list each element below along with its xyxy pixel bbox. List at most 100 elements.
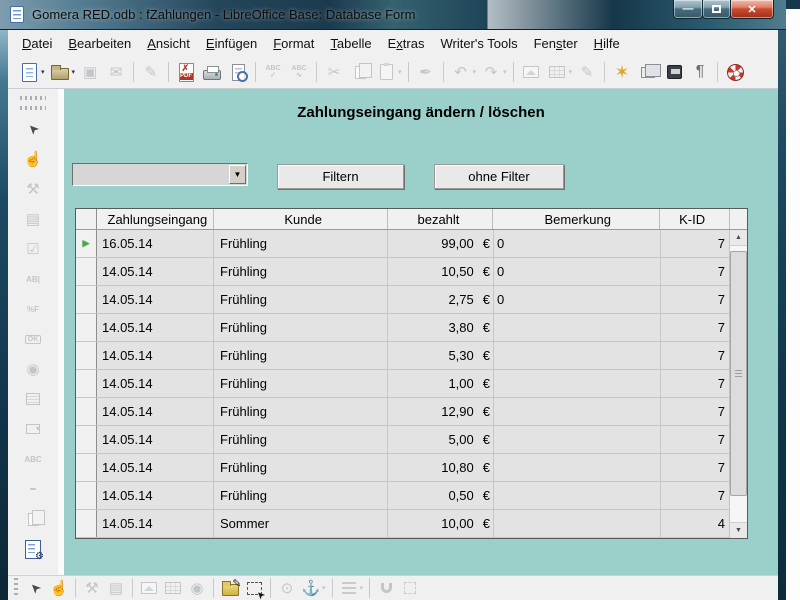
control-properties-icon[interactable]: ⚒ [21, 177, 45, 201]
filter-combobox[interactable]: ▼ [72, 163, 248, 186]
cell-bezahlt[interactable]: 1,00€ [388, 370, 494, 397]
cell-kid[interactable]: 7 [661, 426, 731, 453]
menu-fenster[interactable]: Fenster [526, 33, 586, 54]
menu-datei[interactable]: Datei [14, 33, 60, 54]
menu-hilfe[interactable]: Hilfe [586, 33, 628, 54]
table-row[interactable]: 14.05.14Frühling1,00€7 [76, 370, 747, 398]
row-selector[interactable] [76, 258, 97, 285]
cell-kid[interactable]: 7 [661, 286, 731, 313]
close-button[interactable]: ✕ [730, 0, 774, 19]
gallery-icon[interactable] [636, 60, 660, 84]
new-document-icon[interactable] [17, 60, 41, 84]
cell-bezahlt[interactable]: 0,50€ [388, 482, 494, 509]
cell-kid[interactable]: 7 [661, 258, 731, 285]
cell-kid[interactable]: 7 [661, 454, 731, 481]
table-icon[interactable] [545, 60, 569, 84]
toolbar-grip[interactable] [20, 96, 46, 100]
cell-bezahlt[interactable]: 5,00€ [388, 426, 494, 453]
cell-zahlungseingang[interactable]: 16.05.14 [97, 230, 214, 257]
save-icon[interactable]: ▣ [78, 60, 102, 84]
combobox-icon[interactable] [21, 417, 45, 441]
cell-bemerkung[interactable] [494, 314, 661, 341]
undo-icon[interactable]: ↶ [449, 60, 473, 84]
row-selector[interactable] [76, 454, 97, 481]
formatted-field-icon[interactable]: %F [21, 297, 45, 321]
cell-kunde[interactable]: Frühling [214, 258, 388, 285]
row-selector[interactable] [76, 314, 97, 341]
cell-zahlungseingang[interactable]: 14.05.14 [97, 258, 214, 285]
table-row[interactable]: 14.05.14Frühling12,90€7 [76, 398, 747, 426]
row-selector[interactable]: ▶ [76, 230, 97, 257]
cell-kunde[interactable]: Frühling [214, 426, 388, 453]
row-selector[interactable] [76, 342, 97, 369]
listbox-icon[interactable] [21, 387, 45, 411]
export-pdf-icon[interactable] [174, 60, 198, 84]
cell-bezahlt[interactable]: 12,90€ [388, 398, 494, 425]
cell-bemerkung[interactable]: 0 [494, 230, 661, 257]
new-document-icon-dropdown[interactable]: ▾ [41, 68, 45, 76]
pushbutton-icon[interactable]: OK [21, 327, 45, 351]
cell-bemerkung[interactable] [494, 482, 661, 509]
anchor-icon-dropdown[interactable]: ▾ [322, 584, 326, 592]
control-properties-icon[interactable]: ⚒ [81, 577, 103, 599]
cell-kunde[interactable]: Frühling [214, 370, 388, 397]
row-selector[interactable] [76, 482, 97, 509]
table-row[interactable]: ▶16.05.14Frühling99,00€07 [76, 230, 747, 258]
cell-bezahlt[interactable]: 10,80€ [388, 454, 494, 481]
cell-zahlungseingang[interactable]: 14.05.14 [97, 454, 214, 481]
textbox-icon[interactable]: AB| [21, 267, 45, 291]
menu-tabelle[interactable]: Tabelle [322, 33, 379, 54]
filter-button[interactable]: Filtern [277, 164, 404, 189]
anchor-icon[interactable]: ⚓ [300, 577, 322, 599]
design-mode-hand-icon[interactable]: ☝ [21, 147, 45, 171]
cell-kunde[interactable]: Frühling [214, 230, 388, 257]
cell-bemerkung[interactable]: 0 [494, 286, 661, 313]
row-selector[interactable] [76, 286, 97, 313]
open-in-design-mode-icon[interactable] [219, 577, 241, 599]
cell-bemerkung[interactable] [494, 510, 661, 537]
toolbar-grip[interactable] [20, 106, 46, 110]
more-controls-icon[interactable] [21, 477, 45, 501]
cell-kunde[interactable]: Frühling [214, 454, 388, 481]
toolbar-grip[interactable] [14, 578, 18, 598]
table-row[interactable]: 14.05.14Frühling5,30€ 7 [76, 342, 747, 370]
no-filter-button[interactable]: ohne Filter [434, 164, 564, 189]
table-row[interactable]: 14.05.14Sommer10,00€4 [76, 510, 747, 538]
cell-bemerkung[interactable]: 0 [494, 258, 661, 285]
cell-bemerkung[interactable] [494, 370, 661, 397]
table-row[interactable]: 14.05.14Frühling2,75€07 [76, 286, 747, 314]
cell-zahlungseingang[interactable]: 14.05.14 [97, 342, 214, 369]
menu-ansicht[interactable]: Ansicht [139, 33, 198, 54]
image-icon[interactable] [519, 60, 543, 84]
row-selector[interactable] [76, 398, 97, 425]
select-icon[interactable]: ➤ [24, 577, 46, 599]
edit-file-icon[interactable]: ✎ [139, 60, 163, 84]
row-selector-header[interactable] [76, 209, 97, 229]
menu-extras[interactable]: Extras [380, 33, 433, 54]
cell-bezahlt[interactable]: 3,80€ [388, 314, 494, 341]
add-field-icon[interactable] [162, 577, 184, 599]
cell-bemerkung[interactable] [494, 454, 661, 481]
cell-bezahlt[interactable]: 5,30€ [388, 342, 494, 369]
cell-kunde[interactable]: Frühling [214, 398, 388, 425]
cell-kunde[interactable]: Frühling [214, 314, 388, 341]
display-grid-icon[interactable] [399, 577, 421, 599]
email-icon[interactable]: ✉ [104, 60, 128, 84]
cell-kunde[interactable]: Frühling [214, 342, 388, 369]
table-row[interactable]: 14.05.14Frühling5,00€7 [76, 426, 747, 454]
cut-icon[interactable]: ✂ [322, 60, 346, 84]
checkbox-icon[interactable]: ☑ [21, 237, 45, 261]
data-sources-icon[interactable] [662, 60, 686, 84]
cell-kid[interactable]: 7 [661, 342, 731, 369]
label-field-icon[interactable]: ABC [21, 447, 45, 471]
form-design-icon[interactable] [21, 537, 45, 561]
menu-bearbeiten[interactable]: Bearbeiten [60, 33, 139, 54]
cell-kunde[interactable]: Frühling [214, 286, 388, 313]
cell-kid[interactable]: 7 [661, 314, 731, 341]
control-focus-icon[interactable]: ⊙ [276, 577, 298, 599]
design-mode-hand-icon[interactable]: ☝ [48, 577, 70, 599]
cell-zahlungseingang[interactable]: 14.05.14 [97, 286, 214, 313]
redo-icon[interactable]: ↷ [479, 60, 503, 84]
formatting-marks-icon[interactable]: ¶ [688, 60, 712, 84]
cell-zahlungseingang[interactable]: 14.05.14 [97, 314, 214, 341]
